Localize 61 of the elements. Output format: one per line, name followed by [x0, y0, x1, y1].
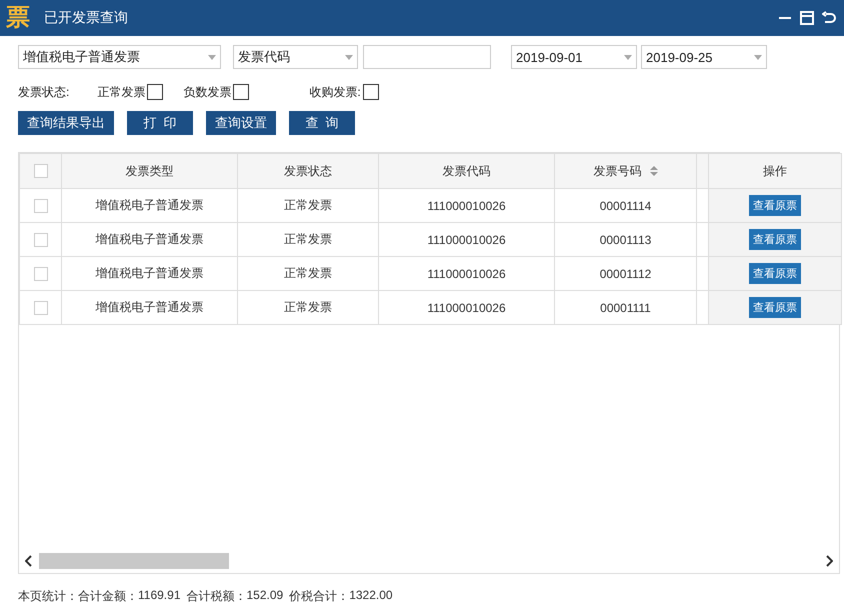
table-cell: 111000010026 [427, 198, 506, 212]
status-option-label: 收购发票: [309, 84, 361, 100]
column-header: 发票类型 [126, 164, 174, 178]
column-header: 发票状态 [284, 164, 332, 178]
invoice-type-dropdown[interactable]: 增值税电子普通发票 [18, 45, 221, 69]
table-cell: 正常发票 [284, 300, 332, 314]
table-cell: 增值税电子普通发票 [96, 300, 204, 314]
row-checkbox[interactable] [34, 266, 48, 281]
date-to-dropdown[interactable]: 2019-09-25 [641, 45, 767, 69]
row-checkbox[interactable] [34, 198, 48, 213]
table-cell: 正常发票 [284, 266, 332, 280]
action-button[interactable]: 查询结果导出 [18, 111, 114, 135]
table-cell: 00001111 [600, 300, 651, 314]
table-cell: 正常发票 [284, 198, 332, 212]
table-cell: 00001113 [600, 232, 652, 246]
summary-label: 合计税额： [186, 588, 246, 603]
sort-icon[interactable] [650, 166, 658, 176]
select-all-checkbox[interactable] [34, 164, 48, 178]
status-label: 发票状态: [18, 84, 70, 100]
table-cell: 111000010026 [427, 266, 506, 280]
scroll-left-icon[interactable] [25, 555, 33, 567]
column-header: 发票号码 [594, 164, 642, 178]
view-invoice-button[interactable]: 查看原票 [749, 263, 801, 284]
status-checkbox[interactable] [147, 84, 164, 100]
row-checkbox[interactable] [34, 300, 48, 315]
view-invoice-button[interactable]: 查看原票 [749, 229, 801, 250]
scroll-right-icon[interactable] [825, 555, 833, 567]
restore-icon[interactable] [800, 11, 814, 25]
date-from-dropdown[interactable]: 2019-09-01 [511, 45, 637, 69]
table-cell: 111000010026 [427, 232, 506, 246]
action-button[interactable]: 查 询 [289, 111, 355, 135]
scrollbar-thumb[interactable] [39, 553, 229, 569]
table-cell: 正常发票 [284, 232, 332, 246]
status-checkbox[interactable] [362, 84, 379, 100]
status-checkbox[interactable] [233, 84, 250, 100]
status-option-label: 正常发票 [97, 84, 146, 100]
summary-value: 1169.91 [138, 588, 180, 603]
window-title: 已开发票查询 [44, 9, 129, 27]
back-arrow-icon[interactable] [822, 11, 836, 25]
table-cell: 00001114 [600, 198, 652, 212]
column-header: 发票代码 [442, 164, 490, 178]
query-field-dropdown[interactable]: 发票代码 [233, 45, 358, 69]
table-cell: 增值税电子普通发票 [96, 198, 204, 212]
app-logo: 票 [6, 4, 30, 32]
summary-label: 合计金额： [78, 588, 138, 603]
table-cell: 00001112 [600, 266, 652, 280]
action-button[interactable]: 查询设置 [206, 111, 276, 135]
view-invoice-button[interactable]: 查看原票 [749, 195, 801, 216]
summary-label: 本页统计： [18, 588, 78, 603]
table-cell: 增值税电子普通发票 [96, 232, 204, 246]
summary-value: 1322.00 [349, 588, 393, 603]
query-input-field[interactable] [363, 45, 491, 69]
row-checkbox[interactable] [34, 232, 48, 247]
action-button[interactable]: 打 印 [127, 111, 193, 135]
table-cell: 增值税电子普通发票 [96, 266, 204, 280]
summary-value: 152.09 [246, 588, 284, 603]
status-option-label: 负数发票 [183, 84, 232, 100]
view-invoice-button[interactable]: 查看原票 [749, 297, 801, 318]
table-cell: 111000010026 [427, 300, 506, 314]
column-header: 操作 [763, 164, 787, 178]
summary-label: 价税合计： [289, 588, 350, 603]
